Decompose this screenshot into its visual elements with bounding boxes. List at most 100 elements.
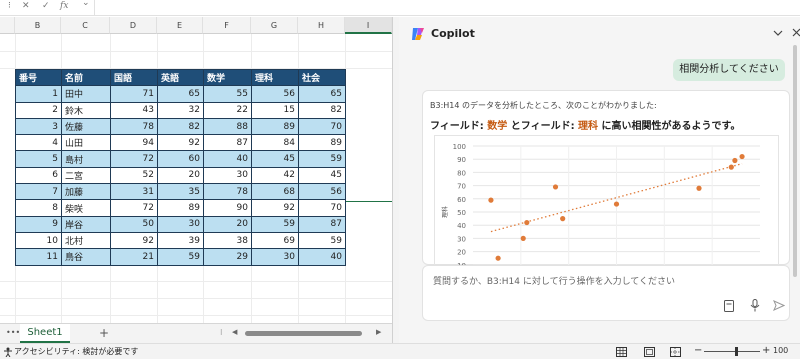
data-point[interactable] [696, 185, 702, 191]
table-cell[interactable]: 5 [15, 150, 62, 168]
table-cell[interactable]: 72 [110, 199, 158, 217]
header-cell[interactable]: 国語 [110, 68, 158, 87]
scroll-grip-icon[interactable]: ⁝ [220, 328, 223, 337]
more-sheets-icon[interactable]: ••• [6, 328, 20, 337]
table-cell[interactable]: 38 [203, 231, 252, 250]
table-cell[interactable]: 42 [251, 166, 299, 185]
column-header-f[interactable]: F [203, 17, 251, 34]
horizontal-scrollbar[interactable] [245, 331, 362, 336]
table-cell[interactable]: 92 [110, 231, 158, 250]
zoom-in-icon[interactable]: + [762, 345, 770, 356]
data-point[interactable] [524, 219, 530, 226]
header-cell[interactable]: 英語 [157, 68, 204, 87]
data-point[interactable] [560, 216, 566, 222]
table-cell[interactable]: 94 [110, 134, 158, 152]
table-cell[interactable]: 30 [203, 166, 252, 185]
header-cell[interactable]: 社会 [298, 68, 346, 87]
accessibility-status[interactable]: アクセシビリティ: 検討が必要です [14, 346, 138, 357]
column-header-b[interactable]: B [15, 17, 61, 34]
table-cell[interactable]: 30 [251, 248, 299, 266]
table-cell[interactable]: 岸谷 [61, 215, 111, 233]
correlation-scatter-chart[interactable]: 102030405060708090100理科 [434, 135, 779, 266]
data-point[interactable] [732, 157, 738, 164]
data-point[interactable] [520, 235, 526, 241]
data-point[interactable] [728, 164, 734, 170]
zoom-level[interactable]: 100 [773, 346, 788, 355]
data-point[interactable] [552, 184, 559, 190]
formula-bar-grip-icon[interactable]: ⁝ [8, 1, 11, 11]
column-header-h[interactable]: H [298, 17, 345, 34]
table-cell[interactable]: 82 [157, 117, 204, 136]
table-cell[interactable]: 45 [298, 166, 346, 185]
table-cell[interactable]: 59 [157, 248, 204, 266]
microphone-icon[interactable] [750, 299, 760, 312]
page-break-preview-icon[interactable] [670, 347, 681, 357]
table-cell[interactable]: 7 [15, 183, 62, 201]
table-cell[interactable]: 29 [203, 248, 252, 266]
table-cell[interactable]: 20 [203, 215, 252, 233]
table-cell[interactable]: 43 [110, 101, 158, 119]
table-cell[interactable]: 鈴木 [61, 101, 111, 119]
table-cell[interactable]: 55 [203, 85, 252, 103]
normal-view-icon[interactable] [616, 347, 627, 357]
prompt-input-box[interactable]: 質問するか、B3:H14 に対して行う操作を入力してください [422, 265, 790, 321]
page-layout-icon[interactable] [644, 347, 655, 357]
table-cell[interactable]: 15 [251, 101, 299, 119]
table-cell[interactable]: 70 [298, 117, 346, 136]
data-point[interactable] [488, 197, 494, 203]
cancel-icon[interactable]: ✕ [22, 1, 30, 11]
header-cell[interactable]: 理科 [251, 68, 299, 87]
zoom-out-icon[interactable]: − [694, 345, 702, 356]
table-cell[interactable]: 78 [203, 183, 252, 201]
zoom-slider-thumb[interactable] [735, 347, 738, 356]
column-header-g[interactable]: G [251, 17, 298, 34]
table-cell[interactable]: 31 [110, 183, 158, 201]
confirm-icon[interactable]: ✓ [42, 1, 50, 11]
table-cell[interactable]: 68 [251, 183, 299, 201]
select-all-corner[interactable] [0, 17, 15, 34]
table-cell[interactable]: 50 [110, 215, 158, 233]
table-cell[interactable]: 87 [203, 134, 252, 152]
table-cell[interactable]: 60 [157, 150, 204, 168]
data-point[interactable] [495, 255, 501, 261]
table-cell[interactable]: 11 [15, 248, 62, 266]
column-header-c[interactable]: C [61, 17, 110, 34]
table-cell[interactable]: 佐藤 [61, 117, 111, 136]
table-cell[interactable]: 59 [298, 231, 346, 250]
table-cell[interactable]: 89 [298, 134, 346, 152]
table-cell[interactable]: 92 [251, 199, 299, 217]
prompt-guide-icon[interactable] [724, 300, 734, 312]
table-cell[interactable]: 32 [157, 101, 204, 119]
table-cell[interactable]: 3 [15, 117, 62, 136]
sheet-tab-sheet1[interactable]: Sheet1 [20, 324, 70, 343]
table-cell[interactable]: 92 [157, 134, 204, 152]
copilot-scrollbar[interactable] [793, 45, 797, 277]
table-cell[interactable]: 89 [157, 199, 204, 217]
table-cell[interactable]: 88 [203, 117, 252, 136]
table-cell[interactable]: 田中 [61, 85, 111, 103]
table-cell[interactable]: 22 [203, 101, 252, 119]
table-cell[interactable]: 71 [110, 85, 158, 103]
table-cell[interactable]: 20 [157, 166, 204, 185]
table-cell[interactable]: 柴咲 [61, 199, 111, 217]
data-point[interactable] [613, 201, 620, 207]
scroll-left-icon[interactable]: ◀ [232, 328, 237, 336]
expand-formula-chevron-icon[interactable]: ⌄ [82, 0, 90, 8]
table-cell[interactable]: 87 [298, 215, 346, 233]
table-cell[interactable]: 9 [15, 215, 62, 233]
table-cell[interactable]: 56 [298, 183, 346, 201]
table-cell[interactable]: 島村 [61, 150, 111, 168]
add-sheet-button[interactable]: + [99, 326, 109, 340]
column-header-i[interactable]: I [345, 17, 392, 34]
table-cell[interactable]: 45 [251, 150, 299, 168]
table-cell[interactable]: 39 [157, 231, 204, 250]
table-cell[interactable]: 90 [203, 199, 252, 217]
header-cell[interactable]: 番号 [15, 68, 62, 87]
table-cell[interactable]: 10 [15, 231, 62, 250]
table-cell[interactable]: 鳥谷 [61, 248, 111, 266]
table-cell[interactable]: 加藤 [61, 183, 111, 201]
table-cell[interactable]: 1 [15, 85, 62, 103]
scroll-right-icon[interactable]: ▶ [376, 328, 381, 336]
table-cell[interactable]: 21 [110, 248, 158, 266]
table-cell[interactable]: 59 [298, 150, 346, 168]
